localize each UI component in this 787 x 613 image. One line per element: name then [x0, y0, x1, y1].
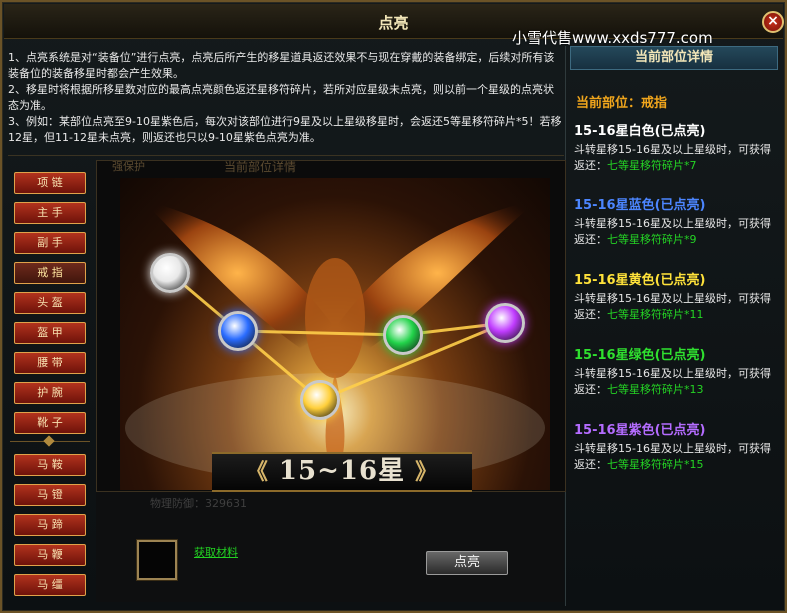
previous-range-arrow[interactable]: 《	[246, 459, 269, 485]
current-part-label: 当前部位：戒指	[576, 96, 668, 111]
sidebar-item-horseshoe[interactable]: 马 蹄	[14, 514, 86, 536]
tier-reward: 七等星移符碎片*9	[607, 233, 697, 246]
phoenix-scene	[120, 178, 550, 490]
tier-reward: 七等星移符碎片*13	[607, 383, 704, 396]
tier-title: 15-16星紫色(已点亮)	[574, 423, 706, 438]
tier-reward: 七等星移符碎片*7	[607, 159, 697, 172]
tier-title: 15-16星蓝色(已点亮)	[574, 198, 706, 213]
green-orb-icon[interactable]	[383, 315, 423, 355]
background-tab-detail: 当前部位详情	[224, 160, 297, 174]
sidebar-item-saddle[interactable]: 马 鞍	[14, 454, 86, 476]
blue-orb-icon[interactable]	[218, 311, 258, 351]
divider-horizontal	[8, 155, 564, 156]
sidebar-item-belt[interactable]: 腰 带	[14, 352, 86, 374]
tier-title: 15-16星绿色(已点亮)	[574, 348, 706, 363]
sidebar-item-reins[interactable]: 马 缰	[14, 574, 86, 596]
tier-reward: 七等星移符碎片*15	[607, 458, 704, 471]
sidebar-item-bracer[interactable]: 护 腕	[14, 382, 86, 404]
sidebar-item-main-hand[interactable]: 主 手	[14, 202, 86, 224]
phoenix-body	[305, 258, 365, 378]
close-button[interactable]: ×	[762, 11, 784, 33]
tier-title: 15-16星白色(已点亮)	[574, 124, 706, 139]
detail-panel-header: 当前部位详情	[570, 46, 778, 70]
watermark-text: 小雪代售www.xxds777.com	[512, 29, 713, 47]
tier-yellow: 15-16星黄色(已点亮) 斗转星移15-16星及以上星级时，可获得返还：七等星…	[574, 269, 780, 323]
tier-purple: 15-16星紫色(已点亮) 斗转星移15-16星及以上星级时，可获得返还：七等星…	[574, 419, 780, 473]
tier-title: 15-16星黄色(已点亮)	[574, 273, 706, 288]
purple-orb-icon[interactable]	[485, 303, 525, 343]
description-line-2: 2、移星时将根据所移星数对应的最高点亮颜色返还星移符碎片，若所对应星级未点亮，则…	[8, 83, 554, 112]
sidebar-item-off-hand[interactable]: 副 手	[14, 232, 86, 254]
sidebar-item-necklace[interactable]: 项 链	[14, 172, 86, 194]
divider-gem-icon	[43, 435, 55, 447]
description-line-3: 3、例如：某部位点亮至9-10星紫色后，每次对该部位进行9星及以上星级移星时，会…	[8, 115, 562, 144]
material-slot[interactable]	[137, 540, 177, 580]
description-line-1: 1、点亮系统是对“装备位”进行点亮，点亮后所产生的移星道具返还效果不与现在穿戴的…	[8, 51, 555, 80]
sidebar-divider	[10, 435, 90, 447]
sidebar-item-boots[interactable]: 靴 子	[14, 412, 86, 434]
next-range-arrow[interactable]: 》	[415, 459, 438, 485]
phoenix-artwork	[125, 198, 545, 483]
light-up-button[interactable]: 点亮	[426, 551, 508, 575]
get-material-link[interactable]: 获取材料	[194, 544, 238, 560]
tier-white: 15-16星白色(已点亮) 斗转星移15-16星及以上星级时，可获得返还：七等星…	[574, 120, 780, 174]
tier-blue: 15-16星蓝色(已点亮) 斗转星移15-16星及以上星级时，可获得返还：七等星…	[574, 194, 780, 248]
background-tab-protect: 强保护	[112, 160, 145, 173]
yellow-orb-icon[interactable]	[300, 380, 340, 420]
tier-reward: 七等星移符碎片*11	[607, 308, 704, 321]
background-stat: 物理防御：329631	[150, 497, 247, 510]
sidebar-item-armor[interactable]: 盔 甲	[14, 322, 86, 344]
tier-green: 15-16星绿色(已点亮) 斗转星移15-16星及以上星级时，可获得返还：七等星…	[574, 344, 780, 398]
white-orb-icon[interactable]	[150, 253, 190, 293]
detail-panel: 当前部位：戒指 15-16星白色(已点亮) 斗转星移15-16星及以上星级时，可…	[568, 72, 780, 482]
description-text: 1、点亮系统是对“装备位”进行点亮，点亮后所产生的移星道具返还效果不与现在穿戴的…	[8, 50, 564, 146]
star-range-banner: 《 15~16星 》	[212, 452, 472, 492]
sidebar-item-stirrup[interactable]: 马 镫	[14, 484, 86, 506]
star-range-label: 15~16星	[278, 456, 406, 486]
sidebar-item-whip[interactable]: 马 鞭	[14, 544, 86, 566]
sidebar-item-helmet[interactable]: 头 盔	[14, 292, 86, 314]
sidebar-item-ring[interactable]: 戒 指	[14, 262, 86, 284]
